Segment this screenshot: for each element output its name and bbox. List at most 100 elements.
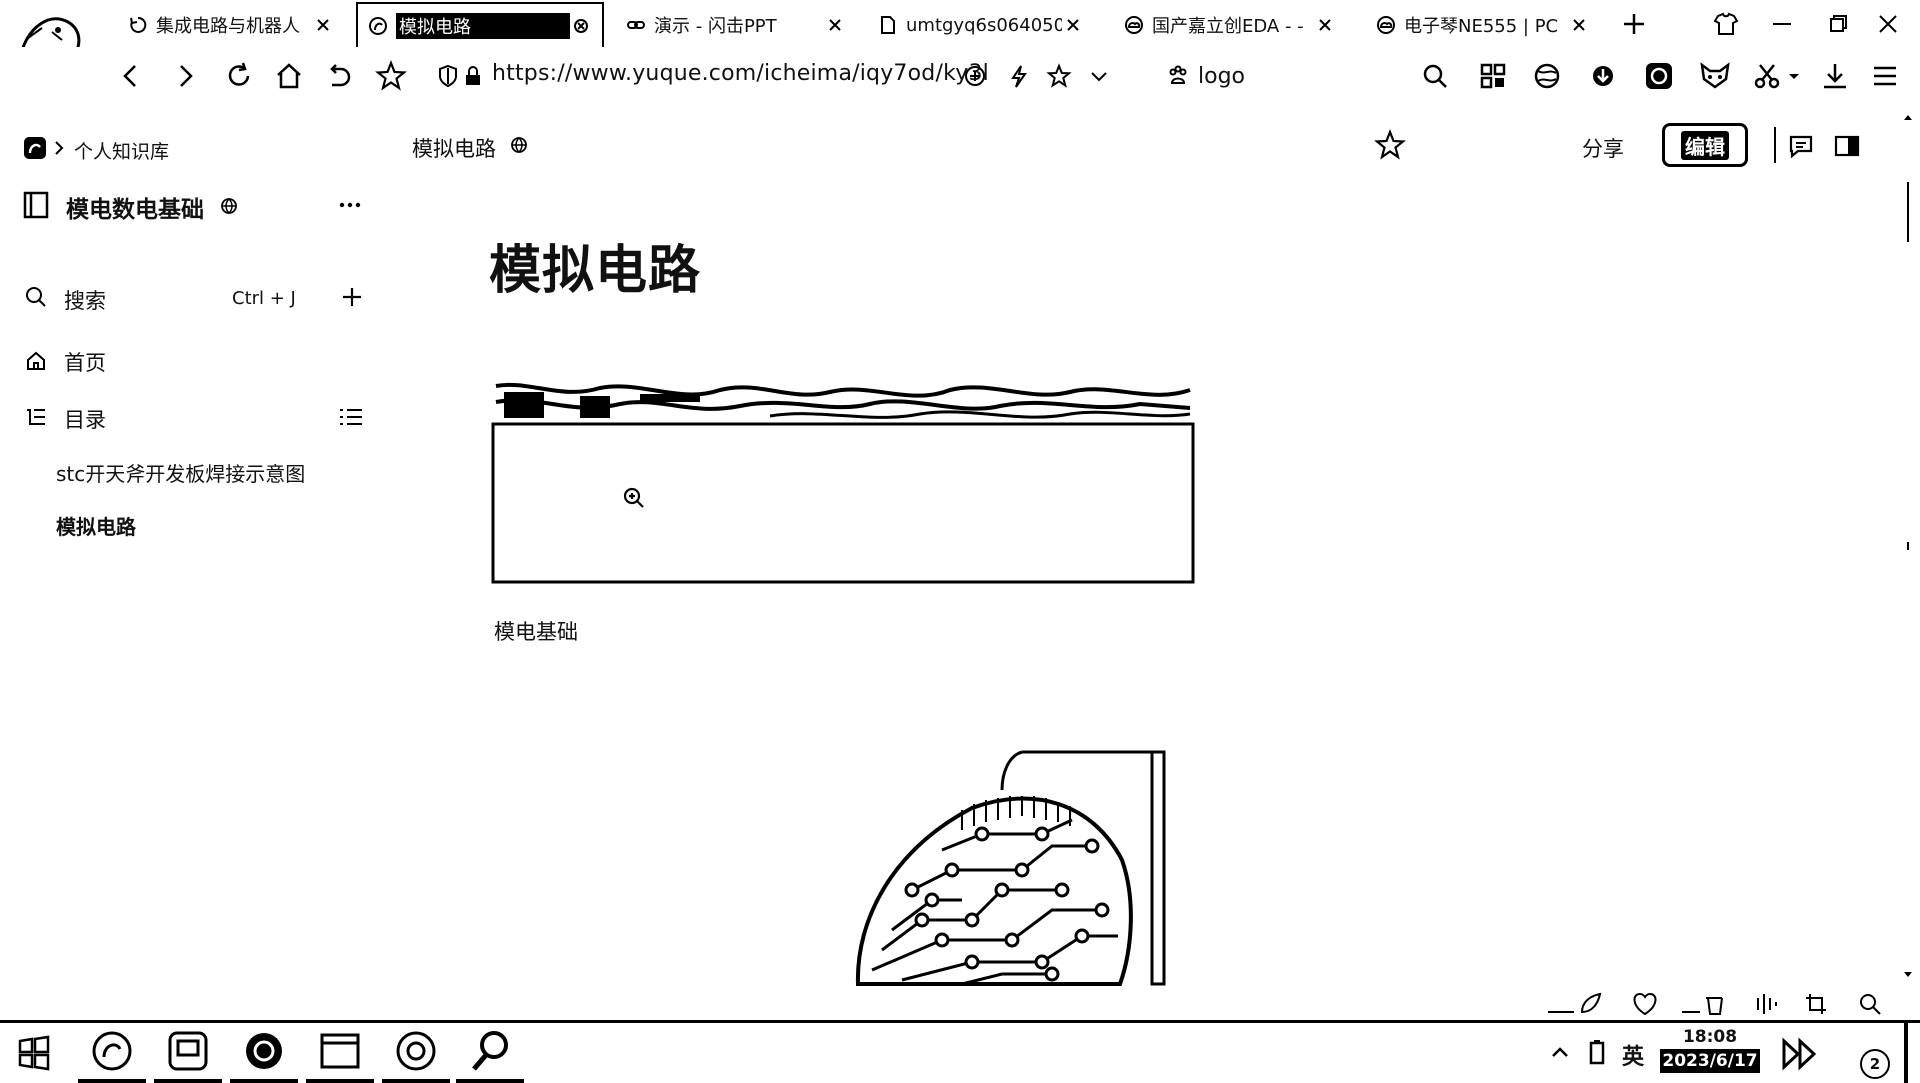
heart-icon[interactable] [1630, 990, 1660, 1018]
search-icon[interactable] [1418, 59, 1452, 93]
reload-icon[interactable] [222, 59, 256, 93]
tab-ic-robot[interactable]: 集成电路与机器人 [118, 6, 344, 44]
crop-icon[interactable] [1802, 990, 1830, 1018]
openai-icon[interactable] [1642, 59, 1676, 93]
collapse-icon[interactable] [338, 405, 364, 429]
breadcrumb-knowledge-base[interactable]: 个人知识库 [74, 137, 169, 164]
home-icon[interactable] [272, 59, 306, 93]
audio-icon[interactable] [1752, 990, 1780, 1018]
close-icon[interactable] [1568, 14, 1590, 36]
cloud-tab-icon [1125, 16, 1143, 34]
more-icon[interactable] [336, 195, 364, 215]
tab-title: 电子琴NE555 | PC [1404, 16, 1559, 37]
tab-title: umtgyq6s064050 [906, 14, 1062, 36]
minimize-icon[interactable] [1764, 8, 1800, 40]
fox-icon[interactable] [1698, 59, 1732, 93]
chevron-down-icon[interactable] [1786, 68, 1802, 84]
star-icon[interactable] [374, 59, 408, 93]
toc-item[interactable]: stc开天斧开发板焊接示意图 [56, 458, 305, 487]
ime-indicator[interactable]: 英 [1622, 1039, 1644, 1071]
taskbar-app-3[interactable] [230, 1027, 298, 1083]
link-tab-icon [627, 21, 645, 29]
header-divider [1774, 127, 1776, 163]
restore-icon[interactable] [1820, 8, 1856, 40]
taskbar-app-browser[interactable] [78, 1027, 146, 1083]
search-icon[interactable] [1856, 990, 1884, 1018]
close-icon[interactable] [824, 14, 846, 36]
taskbar-app-2[interactable] [154, 1027, 222, 1083]
comment-icon[interactable] [1786, 131, 1816, 161]
chevron-down-icon[interactable] [1086, 63, 1112, 89]
undo-icon[interactable] [322, 59, 356, 93]
close-icon[interactable] [1314, 14, 1336, 36]
search-button-label[interactable]: 搜索 [64, 285, 106, 315]
close-icon[interactable] [312, 14, 334, 36]
plus-icon[interactable] [340, 285, 364, 309]
forward-arrow-icon[interactable] [168, 59, 202, 93]
star-icon[interactable] [1374, 129, 1406, 161]
taskbar-app-6[interactable] [456, 1027, 524, 1083]
search-shortcut: Ctrl + J [232, 288, 296, 309]
download-icon[interactable] [1818, 59, 1852, 93]
media-icon[interactable] [1780, 1037, 1820, 1071]
tray-chevron-up-icon[interactable] [1550, 1043, 1570, 1063]
zoom-icon[interactable] [620, 484, 648, 512]
tab-ne555[interactable]: 电子琴NE555 | PC [1366, 6, 1600, 44]
search-icon [26, 287, 46, 307]
clock[interactable]: 18:08 2023/6/17 [1660, 1025, 1760, 1077]
tab-eda[interactable]: 国产嘉立创EDA - - [1114, 6, 1346, 44]
battery-icon[interactable] [1586, 1039, 1608, 1067]
download-circle-icon[interactable] [1586, 59, 1620, 93]
taskbar-app-5[interactable] [382, 1027, 450, 1083]
bookmark-logo[interactable]: logo [1166, 59, 1245, 93]
share-button[interactable]: 分享 [1582, 133, 1624, 163]
list-icon [27, 409, 45, 425]
sidebar-item-home[interactable]: 首页 [64, 347, 106, 377]
document-title: 模拟电路 [489, 241, 702, 301]
rocket-icon[interactable] [1546, 990, 1606, 1018]
address-bar[interactable]: https://www.yuque.com/icheima/iqy7od/ky3… [492, 61, 989, 86]
yuque-logo-icon[interactable] [22, 135, 48, 161]
taskbar: 英 18:08 2023/6/17 2 [0, 1020, 1920, 1083]
edit-button[interactable]: 编辑 [1662, 123, 1748, 167]
sidebar-item-toc[interactable]: 目录 [64, 404, 106, 434]
shield-icon[interactable] [436, 64, 460, 88]
grid-icon[interactable] [1476, 59, 1510, 93]
card-caption: 模电基础 [494, 620, 578, 644]
globe-icon [221, 198, 237, 215]
plus-icon[interactable] [1620, 10, 1648, 38]
taskbar-app-4[interactable] [306, 1027, 374, 1083]
doc-breadcrumb-title[interactable]: 模拟电路 [412, 133, 496, 163]
paw-icon [1169, 65, 1187, 84]
back-arrow-icon[interactable] [114, 59, 148, 93]
toc-item-active[interactable]: 模拟电路 [56, 511, 136, 540]
notification-badge[interactable]: 2 [1860, 1049, 1890, 1079]
tab-file[interactable]: umtgyq6s064050 [868, 6, 1094, 44]
close-icon[interactable] [1062, 14, 1084, 36]
close-icon[interactable] [570, 15, 592, 37]
book-title[interactable]: 模电数电基础 [66, 190, 204, 224]
window-close-icon[interactable] [1870, 8, 1906, 40]
shirt-icon[interactable] [1708, 8, 1744, 40]
scissors-icon[interactable] [1750, 59, 1784, 93]
tab-strip: 集成电路与机器人 模拟电路 演示 - 闪击PPT umtgyq6s064050 … [0, 0, 1920, 84]
show-desktop-button[interactable] [1904, 1023, 1908, 1083]
vertical-scrollbar[interactable] [1900, 112, 1916, 992]
bookmark-label: logo [1198, 63, 1245, 89]
menu-icon[interactable] [1868, 59, 1902, 93]
trash-icon[interactable] [1680, 992, 1730, 1018]
book-card[interactable] [490, 380, 1196, 586]
sphere-icon[interactable] [1530, 59, 1564, 93]
star-icon[interactable] [1046, 63, 1072, 89]
tab-ppt[interactable]: 演示 - 闪击PPT [616, 6, 856, 44]
openai-app-icon [396, 1031, 436, 1071]
tab-analog-circuit[interactable]: 模拟电路 [356, 2, 604, 47]
panel-icon[interactable] [1832, 131, 1862, 161]
navigation-bar: https://www.yuque.com/icheima/iqy7od/ky3… [0, 47, 1920, 105]
windows-start-icon[interactable] [16, 1035, 52, 1071]
browser-app-icon [92, 1031, 132, 1071]
circuit-image-icon[interactable] [852, 750, 1166, 986]
lightning-icon[interactable] [1006, 63, 1032, 89]
globe-add-icon[interactable] [962, 63, 988, 89]
globe-icon [511, 137, 527, 154]
